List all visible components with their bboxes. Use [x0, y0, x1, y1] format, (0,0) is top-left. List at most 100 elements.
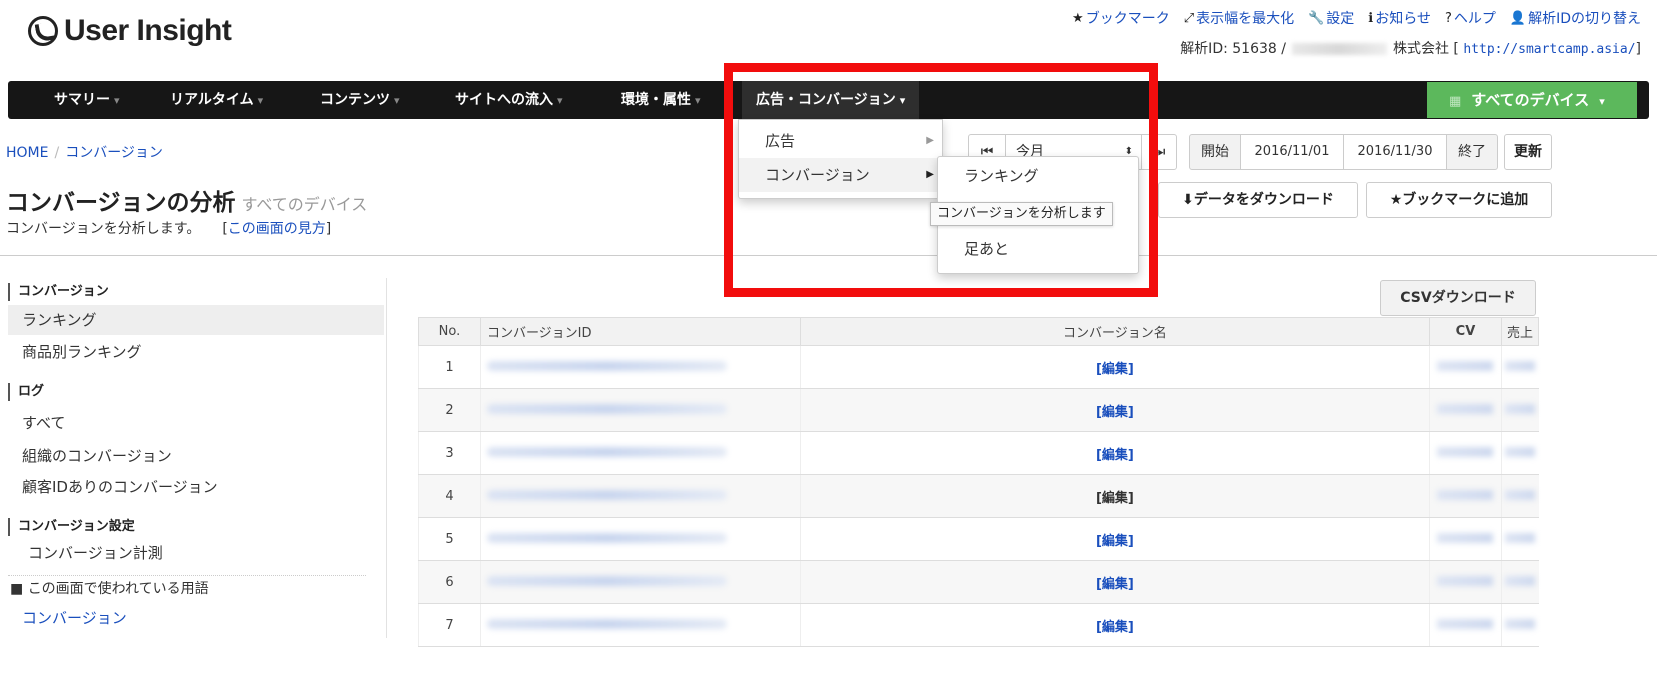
redacted-company	[1291, 43, 1387, 55]
edit-link[interactable]: [編集]	[1096, 362, 1134, 377]
skip-forward-icon: ⏭	[1152, 144, 1166, 160]
logo-text: User Insight	[64, 14, 232, 47]
analysis-id: 解析ID: 51638 /	[1180, 41, 1286, 57]
table-row: 5 [編集]	[418, 517, 1539, 561]
redacted-id	[486, 360, 727, 371]
site-url[interactable]: http://smartcamp.asia/	[1463, 42, 1635, 57]
sidebar-item-org-conversion[interactable]: 組織のコンバージョン	[8, 441, 384, 471]
sidebar-item-product-ranking[interactable]: 商品別ランキング	[8, 337, 384, 367]
chevron-right-icon: ▶	[926, 169, 934, 180]
toplink-maximize[interactable]: ⤢ 表示幅を最大化	[1184, 8, 1294, 28]
submenu-item-footprints[interactable]: 足あと	[938, 232, 1138, 266]
breadcrumb-home[interactable]: HOME	[6, 145, 48, 161]
sidebar-heading-settings: コンバージョン設定	[8, 518, 135, 536]
edit-link[interactable]: [編集]	[1096, 577, 1134, 592]
redacted-cv	[1437, 618, 1494, 629]
page-subtitle: すべてのデバイス	[241, 195, 368, 214]
csv-download-button[interactable]: CSVダウンロード	[1380, 280, 1536, 316]
redacted-sales	[1505, 446, 1536, 457]
period-last-button[interactable]: ⏭	[1141, 134, 1177, 170]
start-label: 開始	[1189, 134, 1241, 170]
sidebar-item-conversion-measure[interactable]: コンバージョン計測	[8, 538, 384, 568]
sidebar-item-customer-id-conversion[interactable]: 顧客IDありのコンバージョン	[8, 472, 384, 502]
toplink-help[interactable]: ? ヘルプ	[1445, 8, 1496, 28]
conversion-table: No. コンバージョンID コンバージョン名 CV 売上 1 [編集] 2 [編集]…	[418, 317, 1540, 647]
redacted-id	[486, 532, 727, 543]
redacted-cv	[1437, 360, 1494, 371]
nav-ads-conversion[interactable]: 広告・コンバージョン ▾	[742, 81, 920, 119]
menu-item-conversion[interactable]: コンバージョン ▶	[739, 158, 942, 192]
end-date-input[interactable]: 2016/11/30	[1343, 134, 1447, 170]
table-row: 7 [編集]	[418, 603, 1539, 647]
toplink-news[interactable]: ℹ お知らせ	[1368, 8, 1431, 28]
nav-summary[interactable]: サマリー ▾	[54, 81, 120, 119]
nav-inflow[interactable]: サイトへの流入 ▾	[455, 81, 563, 119]
sidebar-item-ranking[interactable]: ランキング	[8, 305, 384, 335]
nav-realtime[interactable]: リアルタイム ▾	[170, 81, 263, 119]
edit-link[interactable]: [編集]	[1096, 491, 1134, 506]
chevron-down-icon: ▾	[1599, 95, 1605, 108]
col-sales[interactable]: 売上	[1500, 317, 1540, 346]
toplink-settings[interactable]: 🔧 設定	[1308, 8, 1354, 28]
edit-link[interactable]: [編集]	[1096, 405, 1134, 420]
col-conversion-name: コンバージョン名	[799, 317, 1431, 346]
redacted-cv	[1437, 403, 1494, 414]
book-icon: ■	[10, 581, 28, 597]
download-icon: ⬇	[1182, 192, 1194, 208]
redacted-cv	[1437, 532, 1494, 543]
info-icon: ℹ	[1368, 10, 1374, 26]
main-navbar: サマリー ▾ リアルタイム ▾ コンテンツ ▾ サイトへの流入 ▾ 環境・属性 ▾ 広告・…	[8, 81, 1649, 119]
logo[interactable]: User Insight	[28, 14, 232, 48]
table-row: 2 [編集]	[418, 388, 1539, 432]
redacted-sales	[1505, 360, 1536, 371]
table-row: 4 [編集]	[418, 474, 1539, 518]
redacted-sales	[1505, 489, 1536, 500]
header-divider	[0, 255, 1657, 256]
chevron-down-icon: ▾	[557, 94, 563, 107]
breadcrumb-current[interactable]: コンバージョン	[65, 145, 163, 161]
top-links: ★ ブックマーク ⤢ 表示幅を最大化 🔧 設定 ℹ お知らせ ? ヘルプ 👤 解析IDの切り…	[1072, 8, 1641, 28]
redacted-cv	[1437, 489, 1494, 500]
add-bookmark-button[interactable]: ★ブックマークに追加	[1366, 182, 1552, 218]
redacted-id	[486, 618, 727, 629]
start-date-input[interactable]: 2016/11/01	[1240, 134, 1344, 170]
toplink-bookmark[interactable]: ★ ブックマーク	[1072, 8, 1170, 28]
menu-tooltip: コンバージョンを分析します	[930, 202, 1113, 226]
star-icon: ★	[1072, 10, 1084, 26]
update-button[interactable]: 更新	[1504, 134, 1552, 170]
redacted-id	[486, 446, 727, 457]
expand-icon: ⤢	[1183, 10, 1195, 26]
help-link[interactable]: この画面の見方	[228, 221, 326, 237]
redacted-sales	[1505, 403, 1536, 414]
nav-contents[interactable]: コンテンツ ▾	[320, 81, 400, 119]
col-conversion-id: コンバージョンID	[479, 317, 801, 346]
redacted-id	[486, 575, 727, 586]
edit-link[interactable]: [編集]	[1096, 534, 1134, 549]
chevron-down-icon: ▾	[394, 94, 400, 107]
redacted-cv	[1437, 575, 1494, 586]
device-selector-button[interactable]: ▦ すべてのデバイス ▾	[1427, 82, 1637, 118]
glossary-item-conversion[interactable]: コンバージョン	[8, 603, 384, 633]
chevron-down-icon: ▾	[257, 94, 264, 107]
redacted-sales	[1505, 618, 1536, 629]
sidebar-item-all[interactable]: すべて	[8, 408, 384, 438]
table-row: 6 [編集]	[418, 560, 1539, 604]
page-description: コンバージョンを分析します。 [この画面の見方]	[6, 221, 332, 237]
sidebar-heading-log: ログ	[8, 383, 44, 401]
toplink-switch-id[interactable]: 👤 解析IDの切り替え	[1510, 8, 1641, 28]
sidebar-heading-conversion: コンバージョン	[8, 283, 109, 301]
download-data-button[interactable]: ⬇データをダウンロード	[1158, 182, 1358, 218]
wrench-icon: 🔧	[1308, 10, 1325, 26]
edit-link[interactable]: [編集]	[1096, 448, 1134, 463]
account-info: 解析ID: 51638 /株式会社 [ http://smartcamp.asi…	[1180, 41, 1641, 57]
nav-environment[interactable]: 環境・属性 ▾	[621, 81, 701, 119]
redacted-id	[486, 489, 727, 500]
col-no: No.	[418, 317, 481, 346]
glossary-heading: ■ この画面で使われている用語	[10, 581, 209, 597]
submenu-item-ranking[interactable]: ランキング	[938, 159, 1138, 193]
menu-item-ads[interactable]: 広告 ▶	[739, 124, 942, 158]
chevron-down-icon: ▾	[695, 94, 701, 107]
edit-link[interactable]: [編集]	[1096, 620, 1134, 635]
help-icon: ?	[1444, 10, 1452, 26]
col-cv[interactable]: CV	[1429, 317, 1502, 346]
